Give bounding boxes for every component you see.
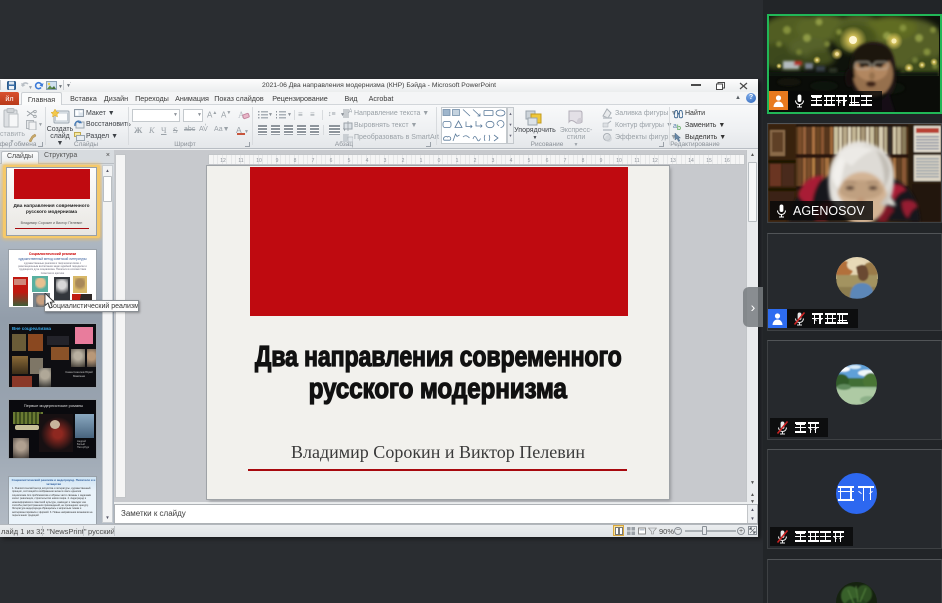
svg-text:▼: ▼ [28, 85, 32, 90]
svg-text:b: b [677, 125, 681, 131]
svg-text:А: А [349, 109, 353, 115]
